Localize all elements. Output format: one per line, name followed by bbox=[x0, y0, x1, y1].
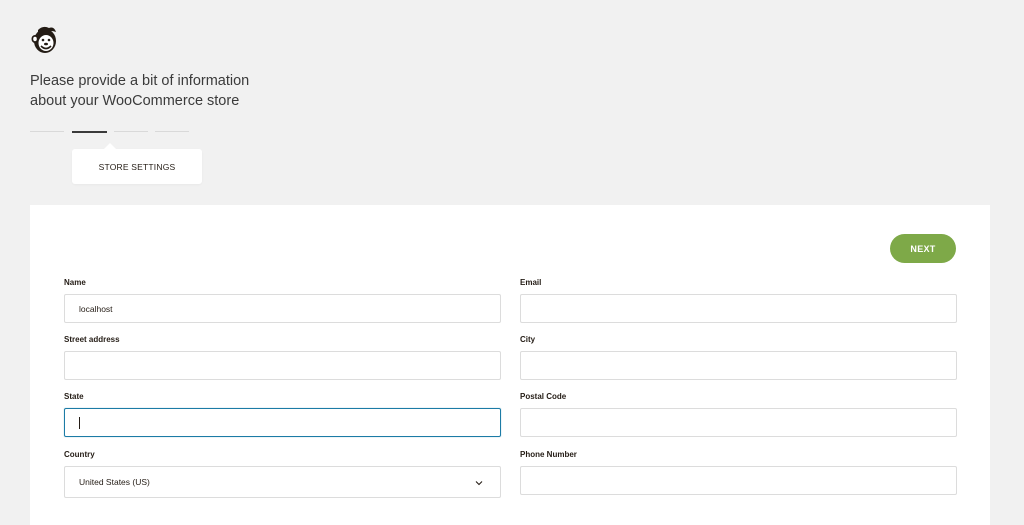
intro-heading: Please provide a bit of information abou… bbox=[30, 71, 290, 111]
postal-code-label: Postal Code bbox=[520, 392, 567, 401]
country-select[interactable]: United States (US) bbox=[64, 466, 501, 498]
email-field-group: Email bbox=[520, 277, 957, 323]
intro-line-1: Please provide a bit of information bbox=[30, 73, 250, 89]
text-cursor bbox=[79, 416, 80, 429]
city-label: City bbox=[520, 335, 536, 344]
name-field-group: Name localhost bbox=[64, 277, 501, 323]
store-settings-card: NEXT Name localhost Email Street address… bbox=[30, 205, 990, 525]
email-label: Email bbox=[520, 278, 542, 287]
intro-line-2: about your WooCommerce store bbox=[30, 93, 240, 109]
name-input[interactable]: localhost bbox=[64, 294, 501, 323]
country-select-value: United States (US) bbox=[79, 477, 150, 487]
chevron-down-icon bbox=[474, 478, 484, 488]
email-input[interactable] bbox=[520, 294, 957, 323]
street-address-field-group: Street address bbox=[64, 334, 501, 380]
country-field-group: Country United States (US) bbox=[64, 449, 501, 498]
postal-code-field-group: Postal Code bbox=[520, 391, 957, 437]
street-address-label: Street address bbox=[64, 335, 120, 344]
city-field-group: City bbox=[520, 334, 957, 380]
state-label: State bbox=[64, 392, 84, 401]
country-label: Country bbox=[64, 450, 95, 459]
phone-number-field-group: Phone Number bbox=[520, 449, 957, 495]
phone-number-input[interactable] bbox=[520, 466, 957, 495]
mailchimp-logo-icon bbox=[30, 24, 60, 56]
step-4-indicator[interactable] bbox=[155, 131, 189, 132]
postal-code-input[interactable] bbox=[520, 408, 957, 437]
city-input[interactable] bbox=[520, 351, 957, 380]
progress-stepper bbox=[30, 131, 190, 134]
next-button[interactable]: NEXT bbox=[890, 234, 956, 263]
phone-number-label: Phone Number bbox=[520, 450, 577, 459]
state-input[interactable] bbox=[64, 408, 501, 437]
name-input-value: localhost bbox=[79, 303, 113, 314]
step-2-indicator[interactable] bbox=[72, 131, 107, 133]
street-address-input[interactable] bbox=[64, 351, 501, 380]
step-3-indicator[interactable] bbox=[114, 131, 148, 132]
state-field-group: State bbox=[64, 391, 501, 437]
active-step-label: STORE SETTINGS bbox=[98, 161, 176, 172]
step-1-indicator[interactable] bbox=[30, 131, 64, 132]
name-label: Name bbox=[64, 278, 86, 287]
active-step-tooltip: STORE SETTINGS bbox=[72, 143, 202, 184]
